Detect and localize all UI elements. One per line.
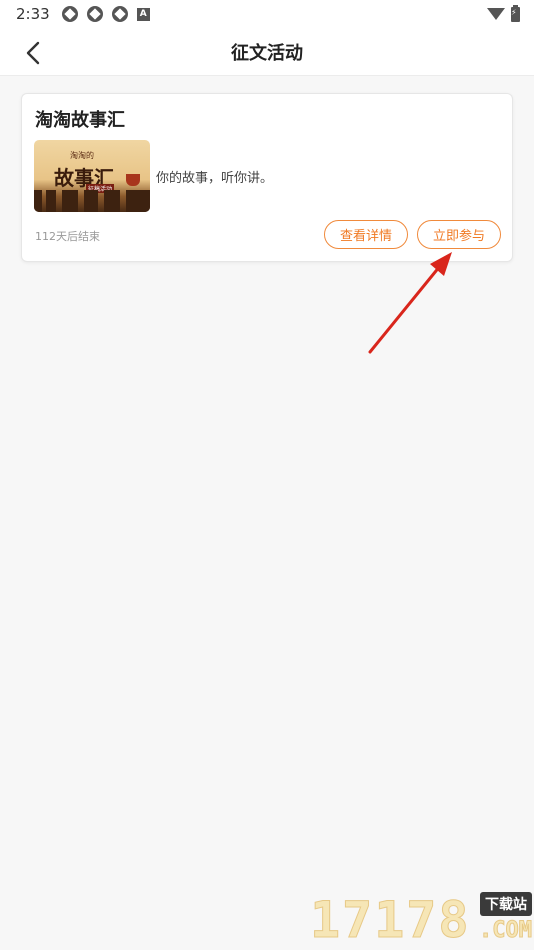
- notification-icon: [86, 6, 103, 22]
- status-bar: 2:33 A: [0, 0, 534, 28]
- wifi-icon: [487, 8, 505, 20]
- status-time: 2:33: [16, 5, 50, 23]
- city-skyline-graphic: [34, 190, 150, 212]
- watermark-tag: 下载站: [480, 892, 532, 916]
- status-system-icons: [487, 4, 520, 22]
- notification-icon: [61, 6, 78, 22]
- battery-icon: [511, 4, 520, 22]
- activity-remaining-time: 112天后结束: [35, 230, 100, 243]
- activity-thumbnail[interactable]: 淘淘的 故事汇 征稿活动: [34, 140, 150, 212]
- join-now-button[interactable]: 立即参与: [417, 220, 501, 249]
- activity-title: 淘淘故事汇: [35, 110, 125, 131]
- watermark-logo: 17178 下载站 .COM: [310, 888, 534, 950]
- thumbnail-subtitle: 淘淘的: [70, 151, 94, 160]
- status-notification-icons: A: [61, 6, 150, 22]
- activity-description: 你的故事，听你讲。: [156, 171, 274, 186]
- watermark-com: .COM: [479, 918, 533, 944]
- back-button[interactable]: [20, 40, 46, 66]
- notification-icon: [111, 6, 128, 22]
- app-header: 征文活动: [0, 28, 534, 76]
- view-details-button[interactable]: 查看详情: [324, 220, 408, 249]
- activity-card[interactable]: 淘淘故事汇 淘淘的 故事汇 征稿活动 你的故事，听你讲。 112天后结束 查看详…: [21, 93, 513, 262]
- chevron-left-icon: [26, 41, 40, 65]
- a-icon: A: [136, 7, 150, 21]
- page-title: 征文活动: [231, 42, 303, 64]
- watermark-digits: 17178: [310, 891, 471, 949]
- teacup-icon: [126, 174, 140, 186]
- annotation-arrow-icon: [368, 252, 452, 354]
